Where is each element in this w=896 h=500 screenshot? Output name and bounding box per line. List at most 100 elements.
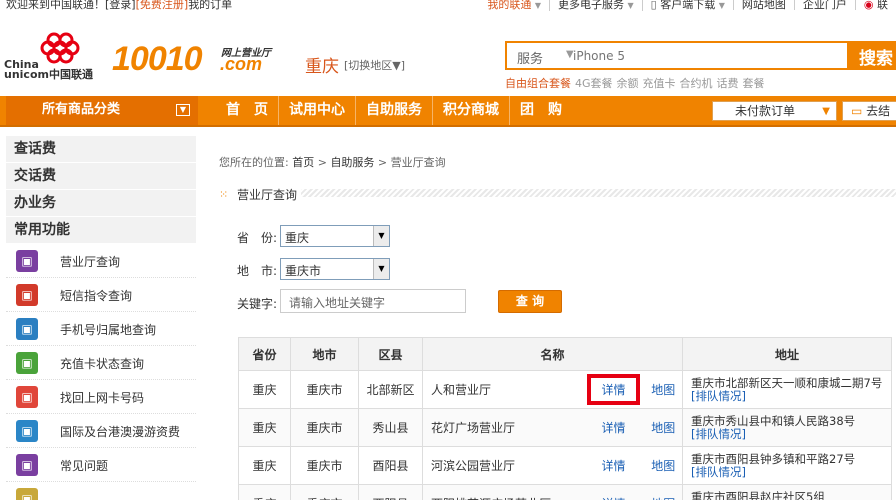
detail-link[interactable]: 详情 <box>601 459 625 473</box>
sitemap-link[interactable]: 网站地图 <box>732 0 794 10</box>
cell-city: 重庆市 <box>290 446 359 485</box>
switch-region-link[interactable]: [切换地区▼] <box>344 57 405 73</box>
search-bar: 服务 ▼ 搜索 <box>505 41 896 70</box>
sidebar-item[interactable]: ▣ 营业厅查询 <box>6 244 196 278</box>
cell-map: 地图 <box>644 408 683 447</box>
cell-city: 重庆市 <box>290 408 359 447</box>
cart-icon: ▭ <box>851 104 863 118</box>
hotword-link[interactable]: 自由组合套餐 <box>505 77 571 90</box>
all-categories-menu[interactable]: 所有商品分类 ▼ <box>6 96 198 125</box>
section-stripe <box>299 189 896 197</box>
weibo-icon: ◉ <box>863 0 874 11</box>
top-links: 我的联通 ▼ 更多电子服务 ▼ ▯ 客户端下载 ▼ 网站地图 企业门户 ◉ 联 <box>479 0 896 11</box>
cell-address: 重庆市秀山县中和镇人民路38号 [排队情况] <box>682 408 892 447</box>
nav-item-home[interactable]: 首 页 <box>216 96 278 125</box>
weibo-link[interactable]: ◉ 联 <box>854 0 896 11</box>
cell-name: 花灯广场营业厅 <box>422 408 583 447</box>
search-category-select[interactable]: 服务 <box>517 48 543 67</box>
more-icon: ▣ <box>16 488 38 500</box>
nav-item-group-buy[interactable]: 团 购 <box>509 96 572 125</box>
unpaid-orders-label: 未付款订单 <box>735 104 796 118</box>
enterprise-link[interactable]: 企业门户 <box>793 0 855 10</box>
map-link[interactable]: 地图 <box>651 421 675 435</box>
sidebar-group-services[interactable]: 办业务 <box>6 190 196 217</box>
current-city: 重庆 <box>305 57 339 77</box>
cart-button[interactable]: ▭ 去结 <box>842 101 896 121</box>
table-row: 重庆 重庆市 北部新区 人和营业厅 详情 地图 重庆市北部新区天一顺和康城二期7号 [排队情况… <box>238 370 892 409</box>
queue-status-link[interactable]: [排队情况] <box>691 389 891 403</box>
hotword-link[interactable]: 充值卡 <box>643 77 676 90</box>
query-button[interactable]: 查 询 <box>498 290 562 313</box>
my-unicom-menu[interactable]: 我的联通 ▼ <box>479 0 549 11</box>
card-status-icon: ▣ <box>16 352 38 374</box>
nav-items: 首 页试用中心 自助服务 积分商城团 购 <box>216 96 572 125</box>
cell-province: 重庆 <box>238 370 291 409</box>
sidebar-item[interactable]: ▣ 常见问题 <box>6 448 196 482</box>
hotword-link[interactable]: 余额 <box>617 77 639 90</box>
chevron-down-icon: ▼ <box>534 1 542 10</box>
breadcrumb-prefix: 您所在的位置: <box>219 156 289 169</box>
sidebar-item[interactable]: ▣ 短信指令查询 <box>6 278 196 312</box>
map-link[interactable]: 地图 <box>651 383 675 397</box>
nav-item-points-mall[interactable]: 积分商城 <box>432 96 509 125</box>
table-row: 重庆 重庆市 酉阳县 河滨公园营业厅 详情 地图 重庆市酉阳县钟多镇和平路27号 [排队情况] <box>238 446 892 485</box>
hotword-link[interactable]: 套餐 <box>743 77 765 90</box>
address-text: 重庆市酉阳县钟多镇和平路27号 <box>691 451 856 466</box>
building-icon: ▣ <box>16 250 38 272</box>
sidebar-group-pay-bill[interactable]: 交话费 <box>6 163 196 190</box>
hotword-link[interactable]: 话费 <box>717 77 739 90</box>
welcome-label: 欢迎来到中国联通！ <box>6 0 105 11</box>
queue-status-link[interactable]: [排队情况] <box>691 427 891 441</box>
my-orders-link[interactable]: 我的订单 <box>188 0 232 11</box>
main-nav: 所有商品分类 ▼ 首 页试用中心 自助服务 积分商城团 购 未付款订单 ▼ ▭ 去结 <box>0 96 896 127</box>
keyword-input[interactable]: 请输入地址关键字 <box>280 289 466 313</box>
hotword-link[interactable]: 合约机 <box>680 77 713 90</box>
detail-link[interactable]: 详情 <box>601 421 625 435</box>
logo-line2: unicom中国联通 <box>4 68 93 81</box>
search-input[interactable] <box>573 46 843 66</box>
chevron-down-icon: ▼ <box>176 104 190 116</box>
sidebar-item[interactable]: ▣ 国际及台港澳漫游资费 <box>6 414 196 448</box>
nav-item-self-service[interactable]: 自助服务 <box>355 96 432 125</box>
detail-link-highlighted[interactable]: 详情 <box>587 374 640 405</box>
all-categories-label: 所有商品分类 <box>42 102 121 117</box>
cell-name: 酉阳桃花源广场营业厅 <box>422 484 583 500</box>
hotword-link[interactable]: 4G套餐 <box>575 77 613 90</box>
more-services-menu[interactable]: 更多电子服务 ▼ <box>549 0 642 11</box>
sidebar-item[interactable]: ▣ 手机号归属地查询 <box>6 312 196 346</box>
nav-item-trial[interactable]: 试用中心 <box>278 96 355 125</box>
chevron-down-icon: ▼ <box>718 1 725 10</box>
register-link[interactable]: [免费注册] <box>136 0 189 11</box>
sidebar-item[interactable]: ▣ 充值卡状态查询 <box>6 346 196 380</box>
sms-search-icon: ▣ <box>16 284 38 306</box>
cell-district: 秀山县 <box>358 408 423 447</box>
queue-status-link[interactable]: [排队情况] <box>691 465 891 479</box>
address-text: 重庆市酉阳县赵庄社区5组 <box>691 489 825 500</box>
cell-name: 人和营业厅 <box>422 370 583 409</box>
mobile-icon: ▯ <box>650 0 657 11</box>
sidebar-item[interactable]: ▣ <box>6 482 196 500</box>
city-select[interactable]: 重庆市 ▼ <box>280 258 390 280</box>
login-link[interactable]: [登录] <box>105 0 136 11</box>
unpaid-orders-dropdown[interactable]: 未付款订单 ▼ <box>712 101 837 121</box>
province-select[interactable]: 重庆 ▼ <box>280 225 390 247</box>
sidebar: 查话费 交话费 办业务 常用功能 ▣ 营业厅查询 ▣ 短信指令查询 ▣ 手机号归属地查询 ▣… <box>6 136 196 500</box>
my-unicom-label: 我的联通 <box>487 0 532 11</box>
col-city: 地市 <box>290 337 359 371</box>
breadcrumb-home[interactable]: 首页 <box>292 156 314 169</box>
cart-label: 去结 <box>866 104 891 118</box>
brand-number[interactable]: 10010 <box>112 40 203 79</box>
store-results-table: 省份 地市 区县 名称 地址 重庆 重庆市 北部新区 人和营业厅 详情 地图 重庆市北部新区… <box>238 337 892 500</box>
table-header-row: 省份 地市 区县 名称 地址 <box>238 337 892 371</box>
sidebar-group-check-bill[interactable]: 查话费 <box>6 136 196 163</box>
map-link[interactable]: 地图 <box>651 459 675 473</box>
sidebar-item[interactable]: ▣ 找回上网卡号码 <box>6 380 196 414</box>
cell-address: 重庆市酉阳县钟多镇和平路27号 [排队情况] <box>682 446 892 485</box>
cell-map: 地图 <box>644 484 683 500</box>
cell-detail: 详情 <box>582 408 645 447</box>
keyword-label: 关键字: <box>237 297 278 311</box>
breadcrumb-self-service[interactable]: 自助服务 <box>330 156 374 169</box>
client-download-menu[interactable]: ▯ 客户端下载 ▼ <box>641 0 733 11</box>
sidebar-item-label: 营业厅查询 <box>60 255 121 269</box>
search-button[interactable]: 搜索 <box>847 41 896 70</box>
